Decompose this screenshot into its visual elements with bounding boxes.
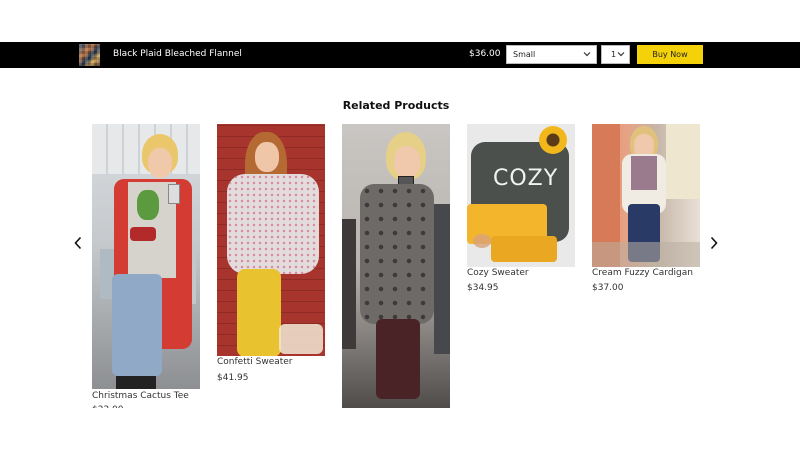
product-card[interactable]: Confetti Sweater $41.95 (217, 124, 325, 383)
quantity-select[interactable]: 1 (601, 45, 630, 64)
product-card[interactable]: Cream Fuzzy Cardigan $37.00 (592, 124, 700, 293)
product-price: $34.95 (467, 283, 499, 293)
chevron-down-icon (617, 52, 625, 57)
product-name[interactable]: Christmas Cactus Tee (92, 391, 189, 401)
viewport-edge (0, 408, 800, 450)
product-title: Black Plaid Bleached Flannel (113, 49, 242, 59)
chevron-down-icon (583, 52, 591, 57)
product-name[interactable]: Cozy Sweater (467, 268, 529, 278)
chevron-left-icon[interactable] (72, 235, 84, 251)
product-image[interactable] (92, 124, 200, 389)
section-title: Related Products (342, 99, 450, 112)
product-card[interactable]: COZY Cozy Sweater $34.95 (467, 124, 575, 293)
product-price: $37.00 (592, 283, 624, 293)
product-image[interactable] (217, 124, 325, 356)
product-name[interactable]: Confetti Sweater (217, 357, 293, 367)
buy-now-button[interactable]: Buy Now (637, 45, 703, 64)
product-price: $36.00 (469, 49, 501, 59)
chevron-right-icon[interactable] (708, 235, 720, 251)
product-card[interactable] (342, 124, 450, 408)
size-select-value: Small (513, 50, 536, 59)
cozy-print-text: COZY (493, 166, 559, 191)
product-price: $41.95 (217, 373, 249, 383)
product-image[interactable]: COZY (467, 124, 575, 267)
sticky-buy-bar: Black Plaid Bleached Flannel $36.00 Smal… (0, 42, 800, 68)
product-thumbnail (79, 44, 100, 66)
product-image[interactable] (592, 124, 700, 267)
product-card[interactable]: Christmas Cactus Tee $22.00 (92, 124, 200, 415)
product-name[interactable]: Cream Fuzzy Cardigan (592, 268, 693, 278)
size-select[interactable]: Small (506, 45, 597, 64)
product-image[interactable] (342, 124, 450, 408)
